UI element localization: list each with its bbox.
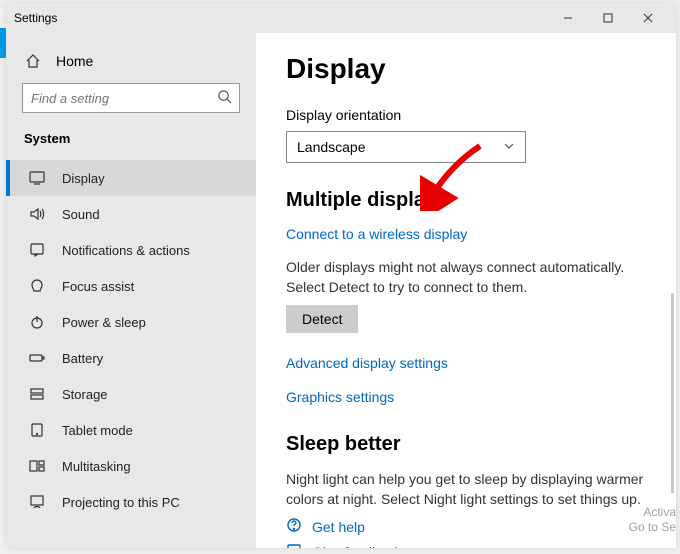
sidebar: Home System Display Sound bbox=[6, 33, 256, 548]
sidebar-item-tablet-mode[interactable]: Tablet mode bbox=[6, 412, 256, 448]
graphics-settings-link[interactable]: Graphics settings bbox=[286, 389, 646, 405]
sidebar-item-label: Sound bbox=[62, 207, 100, 222]
sound-icon bbox=[28, 206, 46, 222]
sidebar-item-storage[interactable]: Storage bbox=[6, 376, 256, 412]
projecting-icon bbox=[28, 494, 46, 510]
minimize-button[interactable] bbox=[548, 4, 588, 32]
close-button[interactable] bbox=[628, 4, 668, 32]
home-icon bbox=[24, 53, 42, 69]
sidebar-item-notifications[interactable]: Notifications & actions bbox=[6, 232, 256, 268]
sidebar-item-label: Display bbox=[62, 171, 105, 186]
battery-icon bbox=[28, 350, 46, 366]
sidebar-item-label: Battery bbox=[62, 351, 103, 366]
orientation-value: Landscape bbox=[297, 139, 366, 155]
display-icon bbox=[28, 170, 46, 186]
scrollbar[interactable] bbox=[671, 293, 674, 493]
orientation-label: Display orientation bbox=[286, 107, 646, 123]
window-title: Settings bbox=[14, 11, 548, 25]
activation-watermark: Activa Go to Se bbox=[629, 505, 676, 536]
sidebar-item-multitasking[interactable]: Multitasking bbox=[6, 448, 256, 484]
notifications-icon bbox=[28, 242, 46, 258]
feedback-icon bbox=[286, 542, 302, 548]
sidebar-item-label: Power & sleep bbox=[62, 315, 146, 330]
older-displays-text: Older displays might not always connect … bbox=[286, 258, 646, 297]
sidebar-item-power-sleep[interactable]: Power & sleep bbox=[6, 304, 256, 340]
multiple-displays-heading: Multiple displays bbox=[286, 189, 646, 212]
content-pane: Display Display orientation Landscape Mu… bbox=[256, 33, 676, 548]
sidebar-item-label: Tablet mode bbox=[62, 423, 133, 438]
sleep-better-heading: Sleep better bbox=[286, 433, 646, 456]
sidebar-item-label: Projecting to this PC bbox=[62, 495, 180, 510]
multitasking-icon bbox=[28, 458, 46, 474]
connect-wireless-link[interactable]: Connect to a wireless display bbox=[286, 226, 467, 242]
sidebar-item-label: Storage bbox=[62, 387, 108, 402]
sidebar-item-sound[interactable]: Sound bbox=[6, 196, 256, 232]
search-input[interactable] bbox=[22, 83, 240, 113]
sleep-better-text: Night light can help you get to sleep by… bbox=[286, 470, 646, 509]
search-icon bbox=[217, 89, 232, 109]
storage-icon bbox=[28, 386, 46, 402]
help-icon bbox=[286, 517, 302, 536]
power-icon bbox=[28, 314, 46, 330]
sidebar-item-focus-assist[interactable]: Focus assist bbox=[6, 268, 256, 304]
tablet-icon bbox=[28, 422, 46, 438]
orientation-select[interactable]: Landscape bbox=[286, 131, 526, 163]
sidebar-item-label: Multitasking bbox=[62, 459, 131, 474]
get-help-link[interactable]: Get help bbox=[312, 519, 365, 535]
section-heading: System bbox=[6, 125, 256, 160]
page-title: Display bbox=[286, 53, 646, 85]
sidebar-item-display[interactable]: Display bbox=[6, 160, 256, 196]
advanced-display-link[interactable]: Advanced display settings bbox=[286, 355, 646, 371]
sidebar-item-label: Focus assist bbox=[62, 279, 134, 294]
maximize-button[interactable] bbox=[588, 4, 628, 32]
home-label: Home bbox=[56, 53, 93, 69]
give-feedback-link[interactable]: Give feedback bbox=[312, 544, 402, 548]
sidebar-item-label: Notifications & actions bbox=[62, 243, 190, 258]
detect-button[interactable]: Detect bbox=[286, 305, 358, 333]
focus-assist-icon bbox=[28, 278, 46, 294]
sidebar-item-projecting[interactable]: Projecting to this PC bbox=[6, 484, 256, 520]
titlebar: Settings bbox=[6, 3, 676, 33]
chevron-down-icon bbox=[503, 139, 515, 155]
sidebar-item-battery[interactable]: Battery bbox=[6, 340, 256, 376]
home-button[interactable]: Home bbox=[6, 45, 256, 77]
settings-window: Settings Home bbox=[6, 3, 676, 548]
